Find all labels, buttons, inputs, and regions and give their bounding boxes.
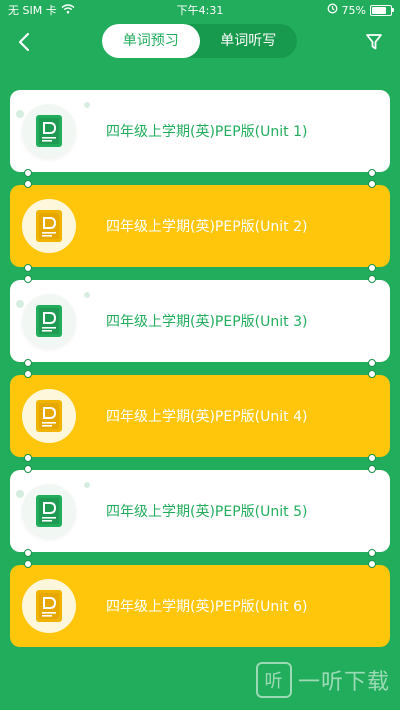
- tab-word-dictation[interactable]: 单词听写: [200, 24, 298, 58]
- unit-title: 四年级上学期(英)PEP版(Unit 5): [106, 504, 308, 520]
- connector-dot: [24, 359, 32, 367]
- book-icon: [36, 210, 62, 242]
- book-badge: [16, 292, 90, 348]
- connector-dot: [24, 169, 32, 177]
- back-button[interactable]: [10, 28, 38, 56]
- status-left: 无 SIM 卡: [8, 2, 75, 18]
- unit-title: 四年级上学期(英)PEP版(Unit 2): [106, 219, 308, 235]
- unit-title: 四年级上学期(英)PEP版(Unit 3): [106, 314, 308, 330]
- book-badge: [22, 579, 76, 633]
- filter-button[interactable]: [360, 28, 388, 56]
- battery-icon: [370, 4, 394, 16]
- alarm-icon: [327, 3, 338, 17]
- book-badge: [16, 102, 90, 158]
- connector-dot: [368, 359, 376, 367]
- unit-list: 四年级上学期(英)PEP版(Unit 1) 四年级上学期(英)PEP版(Unit…: [0, 90, 400, 660]
- book-badge: [16, 482, 90, 538]
- unit-title: 四年级上学期(英)PEP版(Unit 6): [106, 599, 308, 615]
- nav-bar: 单词预习 单词听写: [0, 20, 400, 64]
- unit-card-5[interactable]: 四年级上学期(英)PEP版(Unit 5): [10, 465, 390, 557]
- tab-switcher: 单词预习 单词听写: [102, 24, 297, 58]
- connector-dot: [24, 275, 32, 283]
- connector-dot: [24, 465, 32, 473]
- book-icon: [36, 305, 62, 337]
- connector-dot: [24, 180, 32, 188]
- watermark-text: 一听下载: [297, 670, 390, 695]
- unit-card-2[interactable]: 四年级上学期(英)PEP版(Unit 2): [10, 180, 390, 272]
- connector-dot: [368, 169, 376, 177]
- unit-card-6[interactable]: 四年级上学期(英)PEP版(Unit 6): [10, 560, 390, 647]
- connector-dot: [24, 264, 32, 272]
- book-icon: [36, 590, 62, 622]
- watermark: 听 一听下载: [255, 662, 390, 698]
- wifi-icon: [61, 3, 75, 17]
- unit-card-4[interactable]: 四年级上学期(英)PEP版(Unit 4): [10, 370, 390, 462]
- filter-icon: [366, 34, 382, 50]
- carrier-label: 无 SIM 卡: [8, 4, 57, 17]
- connector-dot: [24, 549, 32, 557]
- connector-dot: [24, 560, 32, 568]
- book-icon: [36, 400, 62, 432]
- connector-dot: [24, 454, 32, 462]
- unit-card-1[interactable]: 四年级上学期(英)PEP版(Unit 1): [10, 90, 390, 177]
- connector-dot: [368, 560, 376, 568]
- connector-dot: [368, 454, 376, 462]
- unit-title: 四年级上学期(英)PEP版(Unit 4): [106, 409, 308, 425]
- back-icon: [18, 32, 30, 52]
- connector-dot: [368, 465, 376, 473]
- status-bar: 无 SIM 卡 下午4:31 75%: [0, 0, 400, 20]
- book-badge: [22, 389, 76, 443]
- decor-dot: [84, 482, 90, 488]
- watermark-logo: 听: [255, 662, 292, 698]
- connector-dot: [368, 264, 376, 272]
- decor-dot: [16, 110, 24, 118]
- connector-dot: [368, 370, 376, 378]
- connector-dot: [368, 275, 376, 283]
- decor-dot: [16, 490, 24, 498]
- decor-dot: [84, 292, 90, 298]
- connector-dot: [368, 549, 376, 557]
- connector-dot: [24, 370, 32, 378]
- book-icon: [36, 115, 62, 147]
- tab-word-preview[interactable]: 单词预习: [102, 24, 200, 58]
- battery-percent: 75%: [341, 3, 366, 17]
- connector-dot: [368, 180, 376, 188]
- decor-dot: [16, 300, 24, 308]
- unit-title: 四年级上学期(英)PEP版(Unit 1): [106, 124, 308, 140]
- book-badge: [22, 199, 76, 253]
- unit-card-3[interactable]: 四年级上学期(英)PEP版(Unit 3): [10, 275, 390, 367]
- book-icon: [36, 495, 62, 527]
- decor-dot: [84, 102, 90, 108]
- status-right: 75%: [327, 3, 394, 17]
